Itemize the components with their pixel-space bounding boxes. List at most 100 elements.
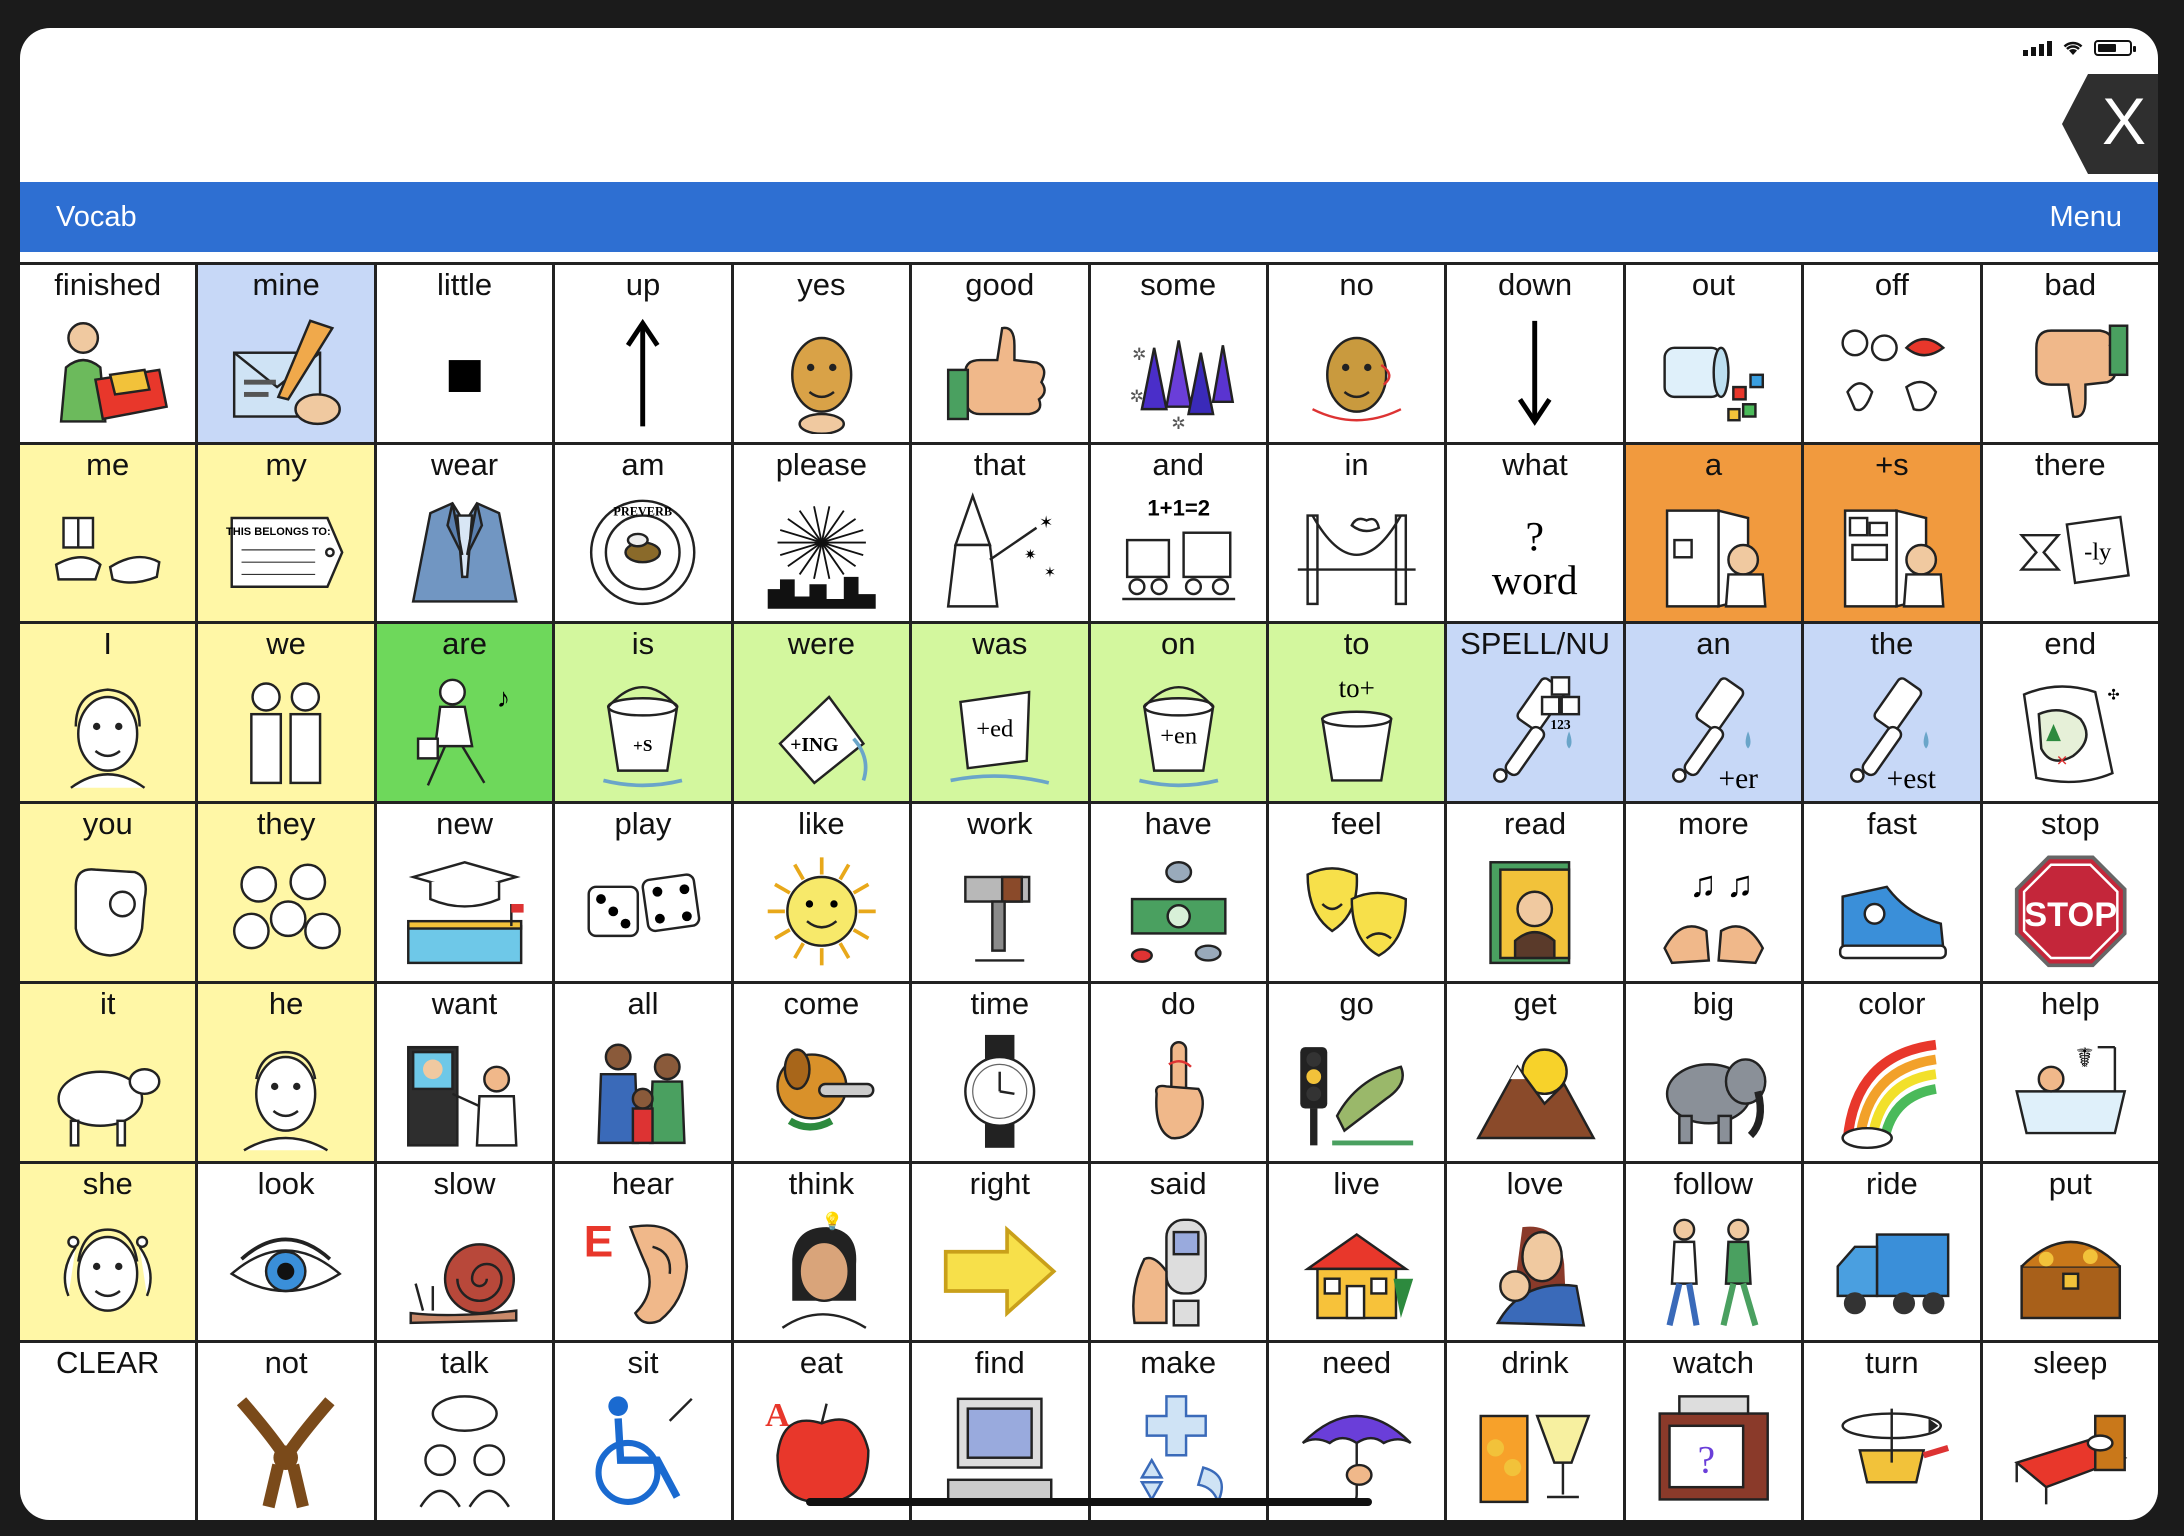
- word-button-finished[interactable]: finished: [20, 265, 196, 442]
- word-button-get[interactable]: get: [1447, 983, 1623, 1161]
- word-button-my[interactable]: my THIS BELONGS TO:: [198, 444, 374, 622]
- word-button-turn[interactable]: turn: [1804, 1343, 1980, 1520]
- word-button-put[interactable]: put: [1982, 1163, 2158, 1341]
- word-button-bad[interactable]: bad: [1982, 265, 2158, 442]
- word-button-stop[interactable]: stop STOP: [1982, 804, 2158, 981]
- word-button-that[interactable]: that ✶ ✷ ✶: [912, 444, 1088, 622]
- word-button-come[interactable]: come: [733, 983, 910, 1161]
- word-button-there[interactable]: there -ly: [1982, 444, 2158, 622]
- word-button-some[interactable]: some ✲ ✲ ✲: [1090, 265, 1266, 442]
- word-button-love[interactable]: love: [1447, 1163, 1623, 1341]
- word-button-an[interactable]: an +er: [1625, 624, 1802, 802]
- word-button-it[interactable]: it: [20, 983, 196, 1161]
- word-button-sleep[interactable]: sleep: [1982, 1343, 2158, 1520]
- word-button-talk[interactable]: talk: [376, 1343, 553, 1520]
- word-button-to[interactable]: to to+: [1268, 624, 1445, 802]
- brush-er-icon: +er: [1652, 670, 1775, 793]
- menu-button[interactable]: Menu: [2049, 201, 2122, 234]
- word-button-right[interactable]: right: [912, 1163, 1088, 1341]
- word-button-follow[interactable]: follow: [1625, 1163, 1802, 1341]
- word-button-live[interactable]: live: [1268, 1163, 1445, 1341]
- word-button-like[interactable]: like: [733, 804, 910, 981]
- word-button-big[interactable]: big: [1625, 983, 1802, 1161]
- word-button-find[interactable]: find: [912, 1343, 1088, 1520]
- word-button-on[interactable]: on +en: [1090, 624, 1266, 802]
- word-label: mine: [252, 267, 320, 302]
- word-button-and[interactable]: and 1+1=2: [1090, 444, 1266, 622]
- word-button-make[interactable]: make: [1090, 1343, 1266, 1520]
- word-button-clear[interactable]: CLEAR: [20, 1343, 196, 1520]
- word-button-ride[interactable]: ride: [1804, 1163, 1980, 1341]
- home-indicator[interactable]: [806, 1498, 1372, 1506]
- word-button-time[interactable]: time: [912, 983, 1088, 1161]
- word-button-slow[interactable]: slow: [376, 1163, 553, 1341]
- svg-text:+er: +er: [1718, 763, 1758, 793]
- word-button-read[interactable]: read: [1447, 804, 1623, 981]
- word-button-are[interactable]: are ♪: [376, 624, 553, 802]
- word-button-think[interactable]: think 💡: [733, 1163, 910, 1341]
- word-button-look[interactable]: look: [198, 1163, 374, 1341]
- word-button-sit[interactable]: sit: [555, 1343, 731, 1520]
- word-button-they[interactable]: they: [198, 804, 374, 981]
- word-button-plus-s[interactable]: +s: [1804, 444, 1980, 622]
- word-button-is[interactable]: is +S: [555, 624, 731, 802]
- word-button-me[interactable]: me: [20, 444, 196, 622]
- snail-icon: [403, 1210, 526, 1333]
- word-button-am[interactable]: am PREVERB: [555, 444, 731, 622]
- word-button-color[interactable]: color: [1804, 983, 1980, 1161]
- word-button-more[interactable]: more ♫ ♫: [1625, 804, 1802, 981]
- close-button[interactable]: X: [2062, 74, 2158, 174]
- word-button-hear[interactable]: hear E: [555, 1163, 731, 1341]
- word-button-good[interactable]: good: [912, 265, 1088, 442]
- word-button-off[interactable]: off: [1804, 265, 1980, 442]
- message-window[interactable]: [20, 28, 2060, 180]
- word-button-all[interactable]: all: [555, 983, 731, 1161]
- word-button-what[interactable]: what? word: [1447, 444, 1623, 622]
- vocab-button[interactable]: Vocab: [56, 201, 137, 234]
- word-button-was[interactable]: was +ed: [912, 624, 1088, 802]
- word-button-were[interactable]: were +ING: [733, 624, 910, 802]
- word-label: said: [1149, 1165, 1207, 1201]
- word-button-i[interactable]: I: [20, 624, 196, 802]
- word-button-go[interactable]: go: [1268, 983, 1445, 1161]
- word-button-eat[interactable]: eat A: [733, 1343, 910, 1520]
- word-button-do[interactable]: do: [1090, 983, 1266, 1161]
- word-button-watch[interactable]: watch?: [1625, 1343, 1802, 1520]
- word-button-he[interactable]: he: [198, 983, 374, 1161]
- word-button-play[interactable]: play: [555, 804, 731, 981]
- rainbow-icon: [1830, 1030, 1953, 1153]
- word-button-little[interactable]: little: [376, 265, 553, 442]
- word-button-out[interactable]: out: [1625, 265, 1802, 442]
- word-button-drink[interactable]: drink: [1447, 1343, 1623, 1520]
- word-button-a[interactable]: a: [1625, 444, 1802, 622]
- word-button-we[interactable]: we: [198, 624, 374, 802]
- word-button-have[interactable]: have: [1090, 804, 1266, 981]
- word-button-you[interactable]: you: [20, 804, 196, 981]
- word-label: and: [1152, 446, 1205, 482]
- word-button-work[interactable]: work: [912, 804, 1088, 981]
- word-button-up[interactable]: up: [555, 265, 731, 442]
- word-button-said[interactable]: said: [1090, 1163, 1266, 1341]
- word-button-mine[interactable]: mine: [198, 265, 374, 442]
- word-button-the[interactable]: the +est: [1804, 624, 1980, 802]
- word-button-in[interactable]: in: [1268, 444, 1445, 622]
- word-button-please[interactable]: please: [733, 444, 910, 622]
- word-button-feel[interactable]: feel: [1268, 804, 1445, 981]
- word-button-end[interactable]: end ✕ ✣: [1982, 624, 2158, 802]
- svg-text:♫: ♫: [1726, 864, 1754, 905]
- word-button-she[interactable]: she: [20, 1163, 196, 1341]
- word-button-want[interactable]: want: [376, 983, 553, 1161]
- word-button-spell-nu[interactable]: SPELL/NU 123: [1447, 624, 1623, 802]
- word-button-help[interactable]: help ☤: [1982, 983, 2158, 1161]
- word-button-down[interactable]: down: [1447, 265, 1623, 442]
- word-button-yes[interactable]: yes: [733, 265, 910, 442]
- word-label: we: [266, 626, 306, 662]
- word-button-no[interactable]: no: [1268, 265, 1445, 442]
- svg-text:✲: ✲: [1129, 386, 1143, 406]
- word-label: the: [1870, 626, 1914, 662]
- word-button-fast[interactable]: fast: [1804, 804, 1980, 981]
- word-button-new[interactable]: new: [376, 804, 553, 981]
- word-button-not[interactable]: not: [198, 1343, 374, 1520]
- word-button-wear[interactable]: wear: [376, 444, 553, 622]
- word-button-need[interactable]: need: [1268, 1343, 1445, 1520]
